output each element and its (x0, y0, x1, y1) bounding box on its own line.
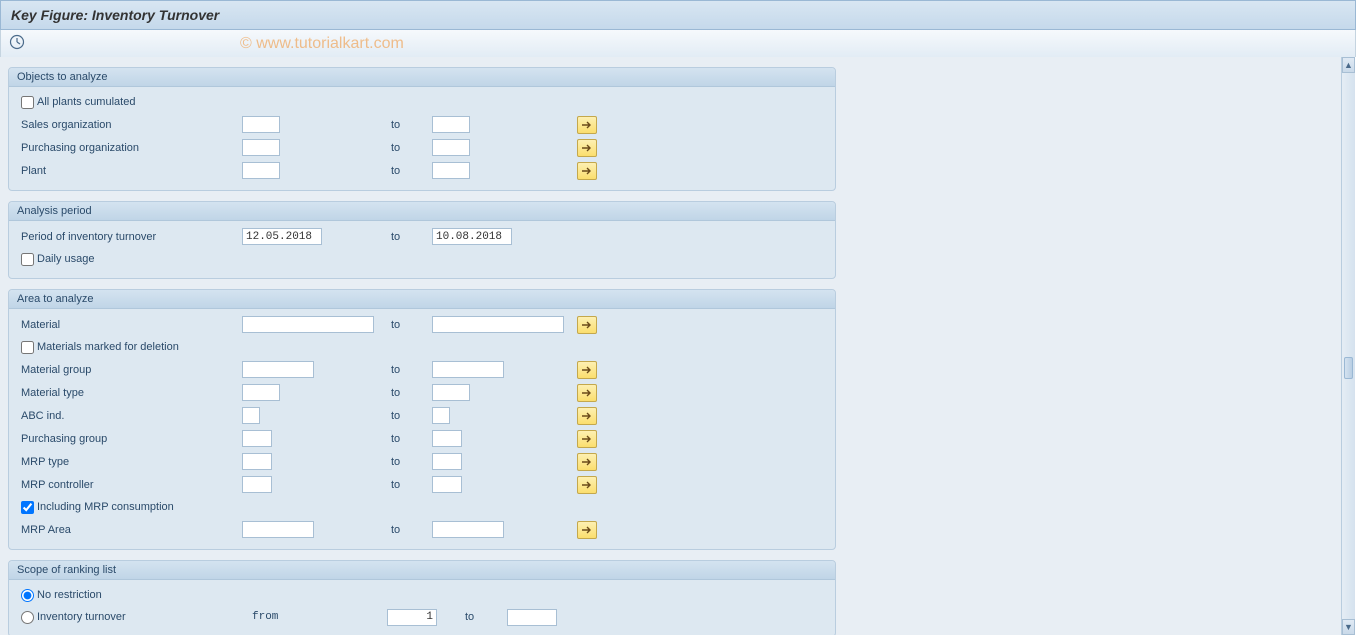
material-from-input[interactable] (242, 316, 374, 333)
to-label: to (437, 611, 507, 623)
main-content: Objects to analyze All plants cumulated … (0, 57, 1341, 635)
scroll-down-icon[interactable]: ▼ (1342, 619, 1355, 635)
execute-icon[interactable] (9, 34, 25, 50)
from-label: from (252, 611, 357, 623)
daily-usage-checkbox[interactable] (21, 253, 34, 266)
toolbar (0, 30, 1356, 58)
group-header-period: Analysis period (9, 202, 835, 221)
material-group-to-input[interactable] (432, 361, 504, 378)
multiple-selection-icon[interactable] (577, 139, 597, 157)
to-label: to (387, 479, 432, 491)
mrp-area-to-input[interactable] (432, 521, 504, 538)
abc-ind-label: ABC ind. (17, 410, 242, 422)
group-objects-to-analyze: Objects to analyze All plants cumulated … (8, 67, 836, 191)
to-label: to (387, 524, 432, 536)
to-label: to (387, 387, 432, 399)
purch-org-from-input[interactable] (242, 139, 280, 156)
material-type-to-input[interactable] (432, 384, 470, 401)
to-label: to (387, 142, 432, 154)
multiple-selection-icon[interactable] (577, 361, 597, 379)
material-group-label: Material group (17, 364, 242, 376)
to-label: to (387, 364, 432, 376)
mrp-type-from-input[interactable] (242, 453, 272, 470)
plant-label: Plant (17, 165, 242, 177)
mrp-type-to-input[interactable] (432, 453, 462, 470)
mrp-controller-label: MRP controller (17, 479, 242, 491)
to-label: to (387, 231, 432, 243)
period-to-input[interactable] (432, 228, 512, 245)
daily-usage-label: Daily usage (37, 253, 94, 265)
material-to-input[interactable] (432, 316, 564, 333)
to-label: to (387, 165, 432, 177)
to-label: to (387, 410, 432, 422)
purch-group-label: Purchasing group (17, 433, 242, 445)
abc-from-input[interactable] (242, 407, 260, 424)
inv-turnover-radio[interactable] (21, 611, 34, 624)
mrp-consumption-label: Including MRP consumption (37, 501, 174, 513)
to-label: to (387, 433, 432, 445)
abc-to-input[interactable] (432, 407, 450, 424)
all-plants-checkbox[interactable] (21, 96, 34, 109)
group-header-scope: Scope of ranking list (9, 561, 835, 580)
purch-org-to-input[interactable] (432, 139, 470, 156)
purch-group-from-input[interactable] (242, 430, 272, 447)
multiple-selection-icon[interactable] (577, 162, 597, 180)
period-turnover-label: Period of inventory turnover (17, 231, 242, 243)
mrp-area-label: MRP Area (17, 524, 242, 536)
no-restriction-radio[interactable] (21, 589, 34, 602)
to-label: to (387, 319, 432, 331)
multiple-selection-icon[interactable] (577, 430, 597, 448)
multiple-selection-icon[interactable] (577, 521, 597, 539)
mrp-area-from-input[interactable] (242, 521, 314, 538)
no-restriction-label: No restriction (37, 589, 252, 601)
sales-org-to-input[interactable] (432, 116, 470, 133)
multiple-selection-icon[interactable] (577, 407, 597, 425)
group-area-to-analyze: Area to analyze Material to Materials ma… (8, 289, 836, 550)
mrp-consumption-checkbox[interactable] (21, 501, 34, 514)
materials-deletion-checkbox[interactable] (21, 341, 34, 354)
mrp-type-label: MRP type (17, 456, 242, 468)
multiple-selection-icon[interactable] (577, 116, 597, 134)
purch-org-label: Purchasing organization (17, 142, 242, 154)
scroll-up-icon[interactable]: ▲ (1342, 57, 1355, 73)
multiple-selection-icon[interactable] (577, 316, 597, 334)
to-label: to (387, 456, 432, 468)
mrp-controller-from-input[interactable] (242, 476, 272, 493)
multiple-selection-icon[interactable] (577, 384, 597, 402)
vertical-scrollbar[interactable]: ▲ ▼ (1341, 57, 1356, 635)
inv-turnover-label: Inventory turnover (37, 611, 252, 623)
scroll-grip-icon[interactable] (1344, 357, 1353, 379)
plant-from-input[interactable] (242, 162, 280, 179)
scope-to-input[interactable] (507, 609, 557, 626)
page-title: Key Figure: Inventory Turnover (0, 0, 1356, 30)
purch-group-to-input[interactable] (432, 430, 462, 447)
material-label: Material (17, 319, 242, 331)
group-scope-ranking: Scope of ranking list No restriction Inv… (8, 560, 836, 635)
group-analysis-period: Analysis period Period of inventory turn… (8, 201, 836, 279)
scope-from-input[interactable] (387, 609, 437, 626)
plant-to-input[interactable] (432, 162, 470, 179)
group-header-objects: Objects to analyze (9, 68, 835, 87)
to-label: to (387, 119, 432, 131)
material-type-from-input[interactable] (242, 384, 280, 401)
sales-org-label: Sales organization (17, 119, 242, 131)
group-header-area: Area to analyze (9, 290, 835, 309)
materials-deletion-label: Materials marked for deletion (37, 341, 179, 353)
sales-org-from-input[interactable] (242, 116, 280, 133)
all-plants-label: All plants cumulated (37, 96, 135, 108)
multiple-selection-icon[interactable] (577, 476, 597, 494)
mrp-controller-to-input[interactable] (432, 476, 462, 493)
multiple-selection-icon[interactable] (577, 453, 597, 471)
material-type-label: Material type (17, 387, 242, 399)
material-group-from-input[interactable] (242, 361, 314, 378)
period-from-input[interactable] (242, 228, 322, 245)
